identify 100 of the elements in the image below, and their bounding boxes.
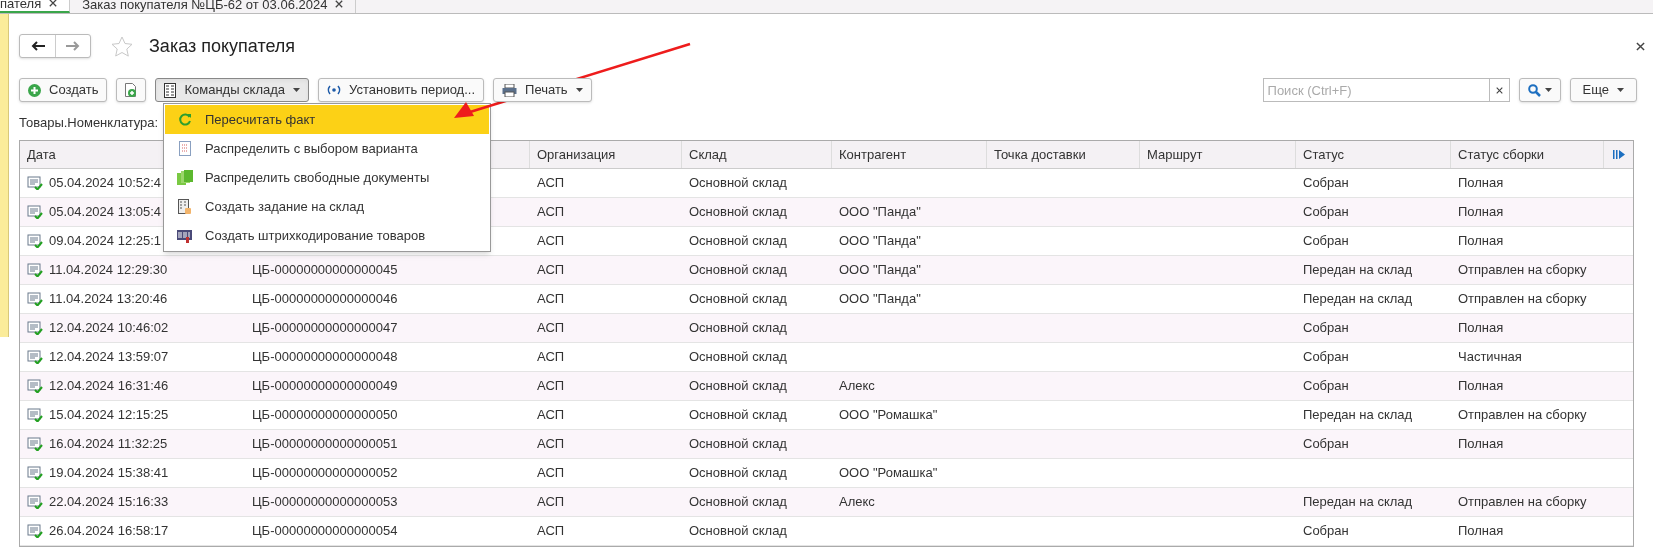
table-cell-text: АСП bbox=[537, 377, 565, 396]
document-check-icon bbox=[27, 263, 43, 277]
star-icon[interactable] bbox=[111, 35, 133, 57]
building-icon bbox=[164, 82, 177, 98]
filter-label: Товары.Номенклатура: bbox=[19, 114, 159, 133]
table-cell-text: Полная bbox=[1458, 203, 1504, 222]
table-cell-text: Основной склад bbox=[689, 261, 787, 280]
table-cell-text: 12.04.2024 16:31:46 bbox=[49, 377, 169, 396]
table-cell-text: Основной склад bbox=[689, 377, 787, 396]
table-cell-text: Передан на склад bbox=[1303, 406, 1413, 425]
search-field[interactable]: Поиск (Ctrl+F) bbox=[1262, 78, 1490, 102]
create-button[interactable]: Создать bbox=[19, 78, 108, 102]
table-cell-text: Алекс bbox=[839, 493, 875, 512]
table-cell-text: АСП bbox=[537, 493, 565, 512]
menu-item[interactable]: Создать штрихкодирование товаров bbox=[165, 221, 489, 250]
documents-stack-icon bbox=[177, 170, 193, 185]
menu-item[interactable]: Распределить с выбором варианта bbox=[165, 134, 489, 163]
table-cell-text: ЦБ-00000000000000047 bbox=[252, 319, 398, 338]
tab[interactable]: пателя bbox=[0, 0, 71, 13]
caret-icon bbox=[575, 88, 583, 92]
close-icon[interactable] bbox=[1636, 41, 1645, 51]
table-cell-text: Собран bbox=[1303, 522, 1349, 541]
table-cell-text: АСП bbox=[537, 435, 565, 454]
printer-icon bbox=[502, 83, 518, 97]
table-cell-text: Полная bbox=[1458, 435, 1504, 454]
columns-arrow-icon[interactable] bbox=[1612, 150, 1625, 159]
table-cell-text: Основной склад bbox=[689, 406, 787, 425]
back-arrow-icon bbox=[30, 41, 45, 51]
table-cell-text: Передан на склад bbox=[1303, 290, 1413, 309]
table-cell-text: АСП bbox=[537, 464, 565, 483]
tab-label: Заказ покупателя №ЦБ-62 от 03.06.2024 bbox=[82, 0, 328, 11]
column-header[interactable]: Точка доставки bbox=[994, 144, 1086, 165]
table-cell-text: Основной склад bbox=[689, 174, 787, 193]
document-plus-icon bbox=[124, 82, 138, 98]
table-cell-text: Полная bbox=[1458, 319, 1504, 338]
column-header[interactable]: Статус bbox=[1303, 144, 1345, 165]
search-button[interactable] bbox=[1518, 78, 1561, 102]
table-cell-text: Собран bbox=[1303, 319, 1349, 338]
table-cell-text: ЦБ-00000000000000051 bbox=[252, 435, 398, 454]
menu-item-label: Создать штрихкодирование товаров bbox=[205, 226, 426, 245]
table-cell-text: Частичная bbox=[1458, 348, 1522, 367]
table-cell-text: Собран bbox=[1303, 232, 1349, 251]
table-cell-text: ЦБ-00000000000000049 bbox=[252, 377, 398, 396]
table-cell-text: 09.04.2024 12:25:1 bbox=[49, 232, 162, 251]
table-cell-text: Отправлен на сборку bbox=[1458, 290, 1587, 309]
column-header[interactable]: Склад bbox=[689, 144, 727, 165]
close-icon[interactable] bbox=[335, 0, 344, 8]
table-cell-text: ЦБ-00000000000000046 bbox=[252, 290, 398, 309]
copy-button[interactable] bbox=[116, 78, 147, 102]
column-header[interactable]: Статус сборки bbox=[1458, 144, 1545, 165]
document-check-icon bbox=[27, 524, 43, 538]
document-check-icon bbox=[27, 466, 43, 480]
close-icon[interactable] bbox=[49, 0, 58, 7]
column-header[interactable]: Контрагент bbox=[839, 144, 907, 165]
document-check-icon bbox=[27, 408, 43, 422]
document-check-icon bbox=[27, 495, 43, 509]
table-cell-text: 19.04.2024 15:38:41 bbox=[49, 464, 169, 483]
table-cell-text: Основной склад bbox=[689, 290, 787, 309]
forward-arrow-icon bbox=[66, 41, 80, 51]
table-cell-text: ООО "Панда" bbox=[839, 232, 921, 251]
table-cell-text: АСП bbox=[537, 290, 565, 309]
table-cell-text: АСП bbox=[537, 319, 565, 338]
table-cell-text: Собран bbox=[1303, 203, 1349, 222]
table-cell-text: Собран bbox=[1303, 435, 1349, 454]
table-cell-text: ЦБ-00000000000000052 bbox=[252, 464, 398, 483]
menu-item[interactable]: Пересчитать факт bbox=[165, 105, 489, 134]
document-check-icon bbox=[27, 205, 43, 219]
table-cell-text: Передан на склад bbox=[1303, 261, 1413, 280]
table-cell-text: Основной склад bbox=[689, 464, 787, 483]
column-header[interactable]: Организация bbox=[537, 144, 616, 165]
table-cell-text: АСП bbox=[537, 203, 565, 222]
table-cell-text: Основной склад bbox=[689, 203, 787, 222]
table-cell-text: Полная bbox=[1458, 174, 1504, 193]
table-cell-text: ЦБ-00000000000000048 bbox=[252, 348, 398, 367]
print-button[interactable]: Печать bbox=[493, 78, 592, 102]
menu-item[interactable]: Распределить свободные документы bbox=[165, 163, 489, 192]
table-cell-text: 26.04.2024 16:58:17 bbox=[49, 522, 169, 541]
table-cell-text: Собран bbox=[1303, 174, 1349, 193]
table-cell-text: Собран bbox=[1303, 348, 1349, 367]
window-title: Заказ покупателя bbox=[149, 34, 296, 58]
set-period-button[interactable]: Установить период... bbox=[318, 78, 485, 102]
column-header[interactable]: Дата bbox=[27, 144, 56, 165]
table-cell-text: 11.04.2024 13:20:46 bbox=[49, 290, 168, 309]
table-cell-text: Передан на склад bbox=[1303, 493, 1413, 512]
table-cell-text: Отправлен на сборку bbox=[1458, 261, 1587, 280]
table-cell-text: Собран bbox=[1303, 377, 1349, 396]
table-cell-text: 05.04.2024 13:05:4 bbox=[49, 203, 162, 222]
column-header[interactable]: Маршрут bbox=[1147, 144, 1203, 165]
more-button[interactable]: Еще bbox=[1569, 78, 1637, 102]
menu-item-label: Создать задание на склад bbox=[205, 197, 365, 216]
signal-icon bbox=[327, 85, 342, 95]
table-cell-text: Основной склад bbox=[689, 493, 787, 512]
caret-icon bbox=[293, 88, 301, 92]
table-cell-text: ЦБ-00000000000000050 bbox=[252, 406, 398, 425]
warehouse-commands-button[interactable]: Команды склада bbox=[155, 78, 310, 102]
clear-icon[interactable] bbox=[1495, 86, 1503, 94]
document-icon bbox=[179, 141, 191, 156]
menu-item[interactable]: Создать задание на склад bbox=[165, 192, 489, 221]
table-cell-text: Основной склад bbox=[689, 232, 787, 251]
table-cell-text: АСП bbox=[537, 522, 565, 541]
